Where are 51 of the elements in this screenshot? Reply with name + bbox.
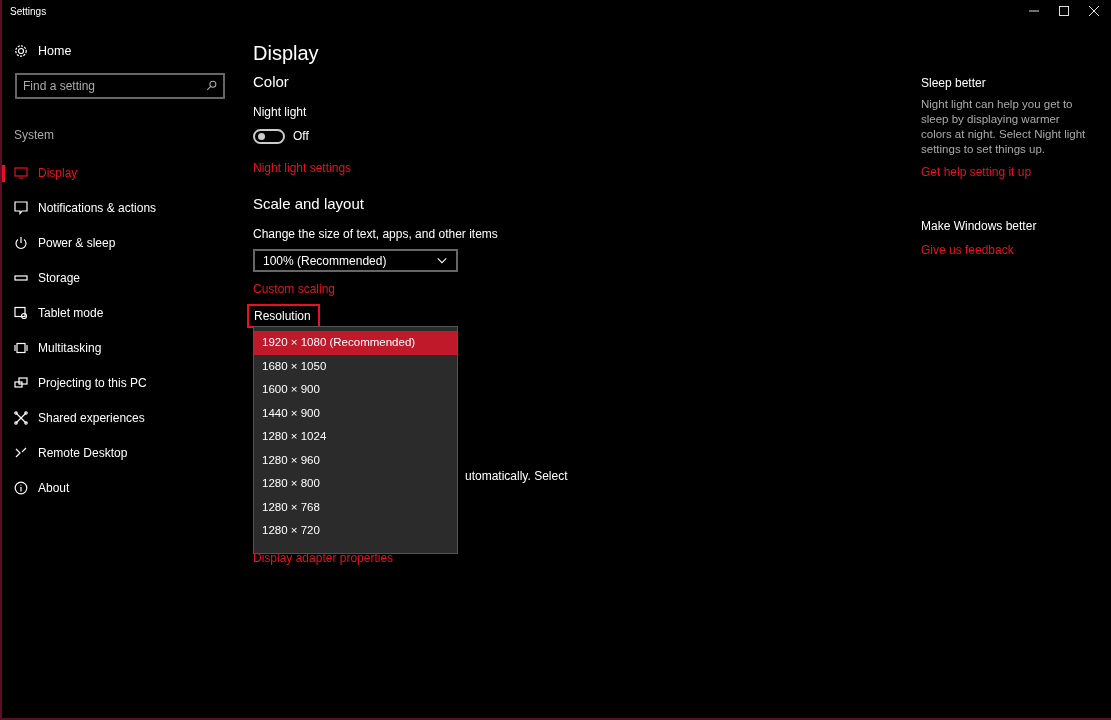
help-link[interactable]: Get help setting it up	[921, 163, 1032, 181]
settings-link[interactable]: Night light settings	[253, 159, 352, 177]
scale-dropdown[interactable]: 100% (Recommended)	[253, 249, 458, 272]
section-heading: System	[14, 126, 55, 144]
dropdown-option[interactable]: 1920 × 1080 (Recommended)	[254, 331, 457, 355]
home-link[interactable]: Home	[14, 42, 242, 61]
sidebar-item[interactable]: About	[2, 470, 242, 506]
section-heading: Color	[253, 72, 290, 92]
aside-heading: Sleep better	[921, 75, 987, 92]
search-field[interactable]: Find a setting	[15, 72, 225, 99]
setting-description: utomatically. Select	[465, 468, 569, 485]
dropdown-option[interactable]: 1280 × 960	[254, 448, 457, 472]
shared-experiences-icon	[14, 411, 28, 426]
dropdown-option[interactable]: 1440 × 900	[254, 401, 457, 425]
toggle-state: Off	[293, 128, 309, 145]
info-icon	[14, 481, 28, 496]
dropdown-option[interactable]: 1680 × 1050	[254, 354, 457, 378]
setting-label: Change the size of text, apps, and other items	[253, 226, 499, 243]
toggle-switch[interactable]	[253, 128, 285, 144]
maximize-icon	[1059, 6, 1069, 16]
sidebar-item[interactable]: Power & sleep	[2, 225, 242, 261]
dropdown-option[interactable]: 1280 × 1024	[254, 425, 457, 449]
tablet-icon	[14, 306, 28, 321]
sidebar-item[interactable]: Storage	[2, 260, 242, 296]
sidebar-item[interactable]: Notifications & actions	[2, 190, 242, 226]
sidebar-item[interactable]: Projecting to this PC	[2, 365, 242, 401]
dropdown-option[interactable]: 1280 × 768	[254, 495, 457, 519]
power-icon	[14, 236, 28, 251]
settings-link[interactable]: Custom scaling	[253, 280, 336, 298]
gear-icon	[14, 44, 28, 59]
aside-text: Night light can help you get to sleep by displaying warmer colors at night. Select Night light settings to set things up.	[921, 97, 1087, 157]
sidebar-item[interactable]: Remote Desktop	[2, 435, 242, 471]
dropdown-option[interactable]: 1280 × 800	[254, 472, 457, 496]
multitasking-icon	[14, 341, 28, 356]
window-title: Settings	[9, 4, 47, 19]
search-icon	[206, 79, 218, 92]
sidebar-item[interactable]: Multitasking	[2, 330, 242, 366]
page-title: Display	[253, 41, 320, 66]
dropdown-option[interactable]: 1600 × 900	[254, 378, 457, 402]
sidebar-item[interactable]: Display	[2, 155, 242, 191]
speech-bubble-icon	[14, 201, 28, 216]
projecting-icon	[14, 376, 28, 391]
monitor-icon	[14, 166, 28, 181]
aside-heading: Make Windows better	[921, 218, 1038, 235]
setting-label: Night light	[253, 104, 308, 121]
close-icon	[1089, 6, 1099, 16]
help-link[interactable]: Give us feedback	[921, 241, 1014, 259]
sidebar-item[interactable]: Shared experiences	[2, 400, 242, 436]
section-heading: Scale and layout	[253, 194, 365, 214]
dropdown-option[interactable]: 1280 × 720	[254, 519, 457, 543]
sidebar-item[interactable]: Tablet mode	[2, 295, 242, 331]
